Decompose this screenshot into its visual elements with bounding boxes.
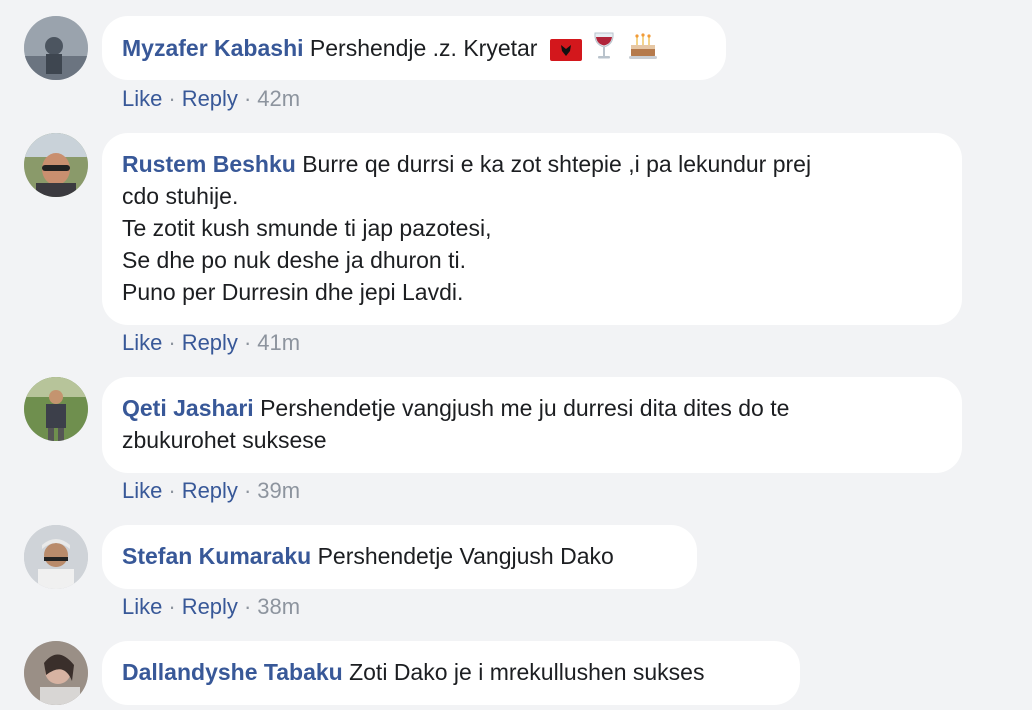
comment-author[interactable]: Myzafer Kabashi — [122, 35, 304, 61]
comment-timestamp[interactable]: 38m — [257, 594, 300, 619]
comment-bubble: Dallandyshe Tabaku Zoti Dako je i mrekul… — [102, 641, 800, 705]
like-link[interactable]: Like — [122, 86, 162, 111]
comment-timestamp[interactable]: 42m — [257, 86, 300, 111]
comment-bubble: Qeti Jashari Pershendetje vangjush me ju… — [102, 377, 962, 473]
separator: · — [243, 478, 252, 503]
avatar[interactable] — [24, 16, 88, 80]
comment-author[interactable]: Dallandyshe Tabaku — [122, 659, 343, 685]
comment-text: Pershendje .z. Kryetar — [309, 35, 538, 61]
albania-flag-icon — [549, 37, 582, 69]
avatar[interactable] — [24, 641, 88, 705]
separator: · — [168, 86, 176, 111]
comment-bubble: Rustem Beshku Burre qe durrsi e ka zot s… — [102, 133, 962, 325]
comment-text: Pershendetje Vangjush Dako — [317, 543, 614, 569]
reply-link[interactable]: Reply — [182, 594, 238, 619]
separator: · — [243, 86, 252, 111]
reply-link[interactable]: Reply — [182, 478, 238, 503]
comment-actions: Like · Reply · 38m — [122, 593, 300, 621]
like-link[interactable]: Like — [122, 330, 162, 355]
comment-text: Zoti Dako je i mrekullushen sukses — [349, 659, 705, 685]
comment-timestamp[interactable]: 39m — [257, 478, 300, 503]
like-link[interactable]: Like — [122, 594, 162, 619]
reply-link[interactable]: Reply — [182, 86, 238, 111]
separator: · — [168, 594, 176, 619]
comment-author[interactable]: Qeti Jashari — [122, 395, 254, 421]
like-link[interactable]: Like — [122, 478, 162, 503]
comment-actions: Like · Reply · 39m — [122, 477, 300, 505]
separator: · — [243, 330, 252, 355]
wine-glass-icon — [592, 31, 616, 69]
comment-actions: Like · Reply · 41m — [122, 329, 300, 357]
comment-author[interactable]: Stefan Kumaraku — [122, 543, 311, 569]
avatar[interactable] — [24, 525, 88, 589]
comment-bubble: Stefan Kumaraku Pershendetje Vangjush Da… — [102, 525, 697, 589]
avatar[interactable] — [24, 133, 88, 197]
separator: · — [243, 594, 252, 619]
reply-link[interactable]: Reply — [182, 330, 238, 355]
birthday-cake-icon — [627, 31, 659, 69]
comment-bubble: Myzafer Kabashi Pershendje .z. Kryetar — [102, 16, 726, 80]
separator: · — [168, 478, 176, 503]
separator: · — [168, 330, 176, 355]
comment-timestamp[interactable]: 41m — [257, 330, 300, 355]
avatar[interactable] — [24, 377, 88, 441]
comment-author[interactable]: Rustem Beshku — [122, 151, 296, 177]
comment-actions: Like · Reply · 42m — [122, 85, 300, 113]
